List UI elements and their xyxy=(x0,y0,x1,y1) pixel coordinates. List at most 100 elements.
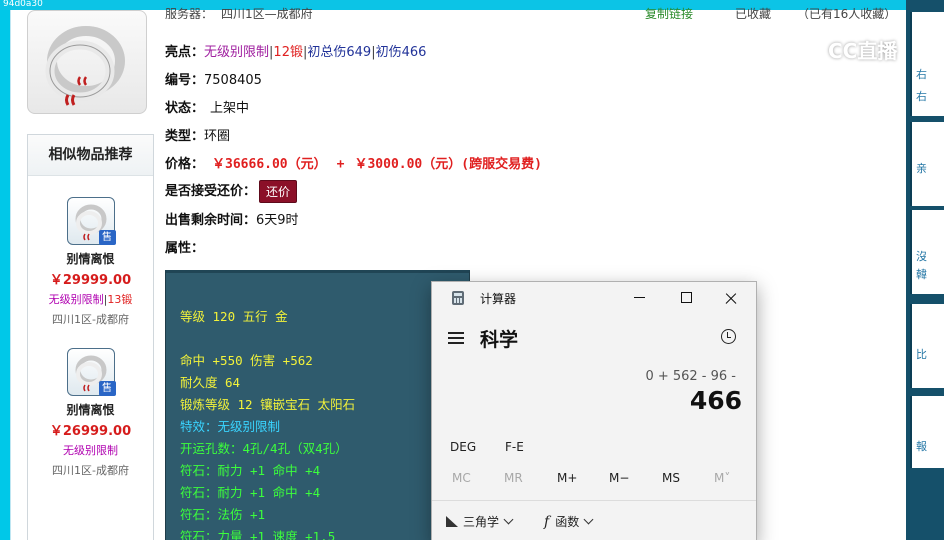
similar-item-tags: 无级别限制|13锻 xyxy=(28,291,153,307)
similar-item-server: 四川1区-成都府 xyxy=(52,313,129,326)
stream-watermark: CC直播 xyxy=(790,32,920,66)
attr-line: 符石：法伤 +1 xyxy=(180,507,266,522)
calculator-app-icon xyxy=(452,291,464,305)
calculator-titlebar[interactable]: 计算器 xyxy=(432,282,756,314)
sidebar-snippet: 比 xyxy=(916,348,927,361)
fe-button[interactable]: F-E xyxy=(505,440,524,454)
calculator-window[interactable]: 计算器 科学 0 + 562 - 96 - 466 DEG F-E MC MR … xyxy=(431,281,757,540)
status-value: 上架中 xyxy=(210,101,250,116)
sidebar-card[interactable]: 亲 xyxy=(910,122,944,206)
sidebar-card[interactable]: 比 xyxy=(910,304,944,388)
highlight-total-damage: 初总伤649 xyxy=(307,45,372,60)
price-fee: ￥3000.00（元）(跨服交易费) xyxy=(354,157,542,172)
price-plus: + xyxy=(336,157,345,172)
similar-item-name[interactable]: 别情离恨 xyxy=(28,401,153,418)
remaining-label: 出售剩余时间： xyxy=(165,213,257,228)
sidebar-snippet: 右 xyxy=(916,68,927,81)
divider xyxy=(432,500,756,501)
function-icon: f xyxy=(544,514,550,530)
status-label: 状态： xyxy=(165,101,205,116)
tag-level: 无级别限制 xyxy=(63,444,118,457)
function-label: 函数 xyxy=(555,515,580,529)
similar-item-name[interactable]: 别情离恨 xyxy=(28,250,153,267)
minimize-button[interactable] xyxy=(628,287,652,309)
tag-level: 无级别限制 xyxy=(48,293,104,306)
attr-line: 开运孔数：4孔/4孔（双4孔） xyxy=(180,441,348,456)
deg-button[interactable]: DEG xyxy=(450,440,476,454)
counter-offer-button[interactable]: 还价 xyxy=(259,180,298,203)
similar-item[interactable]: 售 别情离恨 ￥29999.00 无级别限制|13锻 四川1区-成都府 xyxy=(28,197,153,327)
id-value: 7508405 xyxy=(204,73,262,88)
similar-item[interactable]: 售 别情离恨 ￥26999.00 无级别限制 四川1区-成都府 xyxy=(28,348,153,478)
sidebar-snippet: 沒 xyxy=(916,250,927,263)
sidebar-card[interactable]: 報 xyxy=(910,396,944,468)
similar-title: 相似物品推荐 xyxy=(28,135,153,176)
memory-list-button[interactable]: M˅ xyxy=(714,471,730,485)
function-dropdown[interactable]: f 函数 xyxy=(544,513,594,530)
close-button[interactable] xyxy=(719,287,743,309)
highlights-label: 亮点： xyxy=(165,45,205,60)
price-main: ￥36666.00（元） xyxy=(212,157,327,172)
trig-dropdown[interactable]: 三角学 xyxy=(446,513,514,530)
attr-line: 锻炼等级 12 镶嵌宝石 太阳石 xyxy=(180,397,356,412)
remaining-row: 出售剩余时间：6天9时 xyxy=(165,209,299,228)
maximize-icon xyxy=(681,292,692,303)
attr-line: 耐久度 64 xyxy=(180,375,241,390)
minimize-icon xyxy=(634,297,645,298)
type-row: 类型：环圈 xyxy=(165,125,230,144)
similar-item-price: ￥26999.00 xyxy=(49,424,132,439)
type-label: 类型： xyxy=(165,129,205,144)
counter-offer-label: 是否接受还价： xyxy=(165,184,257,199)
calculator-result: 466 xyxy=(689,386,742,415)
highlights-row: 亮点：无级别限制|12锻|初总伤649|初伤466 xyxy=(165,41,426,60)
trig-label: 三角学 xyxy=(463,515,500,529)
copy-link[interactable]: 复制链接 xyxy=(645,5,693,19)
ring-thumbnail-icon[interactable]: 售 xyxy=(66,197,116,245)
left-column: 相似物品推荐 售 别情离恨 ￥29999.00 无级别限制|13锻 四川1区-成… xyxy=(27,10,154,540)
highlight-damage: 初伤466 xyxy=(375,45,427,60)
sidebar-snippet: 韓 xyxy=(916,268,927,281)
m-plus-button[interactable]: M+ xyxy=(557,471,577,485)
calculator-title: 计算器 xyxy=(480,292,517,306)
attr-line: 等级 120 五行 金 xyxy=(180,309,288,324)
attributes-panel: 等级 120 五行 金 命中 +550 伤害 +562 耐久度 64 锻炼等级 … xyxy=(165,270,470,540)
similar-item-tags: 无级别限制 xyxy=(28,442,153,458)
server-row: 服务器： 四川1区—成都府 复制链接 已收藏 （已有16人收藏） xyxy=(165,5,901,19)
chevron-down-icon xyxy=(503,514,514,525)
id-row: 编号：7508405 xyxy=(165,69,262,88)
sale-badge: 售 xyxy=(98,230,116,245)
screen: 94d0a30 相似物品推荐 售 别情离恨 ￥29999.00 无级别限制|13… xyxy=(0,0,944,540)
menu-icon[interactable] xyxy=(448,332,464,344)
sidebar-card[interactable]: 沒 韓 xyxy=(910,210,944,294)
attributes-label: 属性： xyxy=(165,241,205,256)
triangle-icon xyxy=(446,516,458,527)
history-icon[interactable] xyxy=(721,329,736,344)
ring-thumbnail-icon[interactable]: 售 xyxy=(66,348,116,396)
highlight-forge: 12锻 xyxy=(273,45,303,60)
tag-forge: 13锻 xyxy=(107,293,133,306)
attr-line: 符石：耐力 +1 命中 +4 xyxy=(180,485,321,500)
similar-item-price: ￥29999.00 xyxy=(49,273,132,288)
mc-button[interactable]: MC xyxy=(452,471,471,485)
favorited[interactable]: 已收藏 xyxy=(735,5,771,19)
similar-items-panel: 相似物品推荐 售 别情离恨 ￥29999.00 无级别限制|13锻 四川1区-成… xyxy=(27,134,154,540)
type-value: 环圈 xyxy=(204,129,231,144)
server-label: 服务器： xyxy=(165,7,214,19)
mr-button[interactable]: MR xyxy=(504,471,523,485)
cc-logo-icon xyxy=(790,32,822,64)
attr-line: 符石：力量 +1 速度 +1.5 xyxy=(180,529,336,540)
remaining-value: 6天9时 xyxy=(256,213,299,228)
attr-line: 特效：无级别限制 xyxy=(180,419,281,434)
server-value: 四川1区—成都府 xyxy=(221,7,313,19)
attr-line: 命中 +550 伤害 +562 xyxy=(180,353,313,368)
id-label: 编号： xyxy=(165,73,205,88)
similar-item-server: 四川1区-成都府 xyxy=(52,464,129,477)
attributes-row: 属性： xyxy=(165,237,204,256)
sidebar-card[interactable]: 右 右 xyxy=(910,12,944,116)
watermark-text: CC直播 xyxy=(828,39,898,63)
maximize-button[interactable] xyxy=(674,287,698,309)
sale-badge: 售 xyxy=(98,381,116,396)
m-minus-button[interactable]: M− xyxy=(609,471,629,485)
price-row: 价格： ￥36666.00（元） + ￥3000.00（元）(跨服交易费) xyxy=(165,153,542,172)
ms-button[interactable]: MS xyxy=(662,471,680,485)
